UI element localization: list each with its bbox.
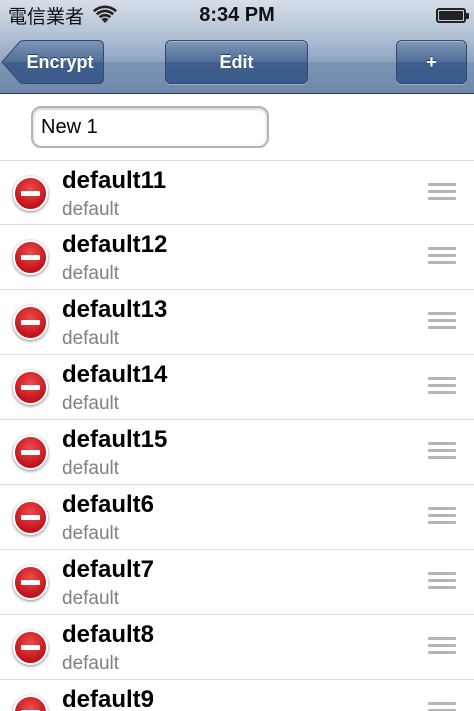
- reorder-line: [428, 572, 456, 575]
- battery-fill: [439, 10, 463, 20]
- reorder-handle-icon[interactable]: [428, 377, 456, 399]
- item-list: default11 default default12 default default1…: [0, 160, 474, 711]
- list-item[interactable]: default11 default: [0, 160, 474, 225]
- list-item[interactable]: default9default: [0, 680, 474, 711]
- reorder-line: [428, 586, 456, 589]
- minus-circle-icon[interactable]: [13, 435, 48, 470]
- item-subtitle: default: [62, 458, 120, 479]
- minus-circle-icon[interactable]: [13, 240, 48, 275]
- status-left: 電信業者: [8, 2, 118, 29]
- add-button[interactable]: +: [396, 40, 467, 84]
- minus-circle-icon[interactable]: [13, 370, 48, 405]
- reorder-line: [428, 319, 456, 322]
- reorder-line: [428, 261, 456, 264]
- minus-circle-icon[interactable]: [13, 500, 48, 535]
- item-title: default6: [62, 491, 155, 518]
- status-bar: 電信業者 8:34 PM: [0, 0, 474, 30]
- reorder-handle-icon[interactable]: [428, 442, 456, 464]
- name-field-container: [0, 94, 474, 160]
- minus-circle-icon[interactable]: [13, 630, 48, 665]
- reorder-line: [428, 507, 456, 510]
- carrier-name: 電信業者: [8, 5, 85, 28]
- reorder-handle-icon[interactable]: [428, 183, 456, 205]
- reorder-handle-icon[interactable]: [428, 637, 456, 659]
- reorder-line: [428, 190, 456, 193]
- name-input[interactable]: [31, 106, 269, 148]
- item-title: default9: [62, 686, 155, 711]
- list-item[interactable]: default6 default: [0, 485, 474, 550]
- item-subtitle: default: [62, 523, 120, 544]
- item-subtitle: default: [62, 653, 120, 674]
- item-title: default7: [62, 556, 155, 583]
- list-item[interactable]: default12 default: [0, 225, 474, 290]
- reorder-line: [428, 579, 456, 582]
- item-title: default13: [62, 296, 168, 323]
- minus-circle-icon[interactable]: [13, 695, 48, 711]
- reorder-line: [428, 442, 456, 445]
- list-item[interactable]: default14 default: [0, 355, 474, 420]
- navigation-bar: Encrypt Edit +: [0, 30, 474, 94]
- reorder-line: [428, 449, 456, 452]
- reorder-line: [428, 247, 456, 250]
- reorder-line: [428, 651, 456, 654]
- list-item[interactable]: default15 default: [0, 420, 474, 485]
- reorder-line: [428, 254, 456, 257]
- item-title: default8: [62, 621, 155, 648]
- reorder-line: [428, 644, 456, 647]
- minus-circle-icon[interactable]: [13, 305, 48, 340]
- reorder-line: [428, 384, 456, 387]
- edit-button[interactable]: Edit: [165, 40, 308, 84]
- item-title: default11: [62, 167, 167, 194]
- item-subtitle: default: [62, 393, 120, 414]
- reorder-handle-icon[interactable]: [428, 247, 456, 269]
- reorder-line: [428, 456, 456, 459]
- reorder-line: [428, 197, 456, 200]
- item-subtitle: default: [62, 199, 120, 220]
- reorder-handle-icon[interactable]: [428, 507, 456, 529]
- reorder-line: [428, 312, 456, 315]
- item-subtitle: default: [62, 588, 120, 609]
- reorder-line: [428, 702, 456, 705]
- reorder-line: [428, 183, 456, 186]
- reorder-handle-icon[interactable]: [428, 702, 456, 711]
- item-title: default12: [62, 231, 168, 258]
- list-item[interactable]: default7 default: [0, 550, 474, 615]
- reorder-handle-icon[interactable]: [428, 572, 456, 594]
- back-button[interactable]: Encrypt: [1, 40, 104, 84]
- list-item[interactable]: default8 default: [0, 615, 474, 680]
- wifi-icon: [92, 5, 118, 25]
- item-title: default14: [62, 361, 168, 388]
- list-item[interactable]: default13 default: [0, 290, 474, 355]
- reorder-line: [428, 377, 456, 380]
- reorder-handle-icon[interactable]: [428, 312, 456, 334]
- back-button-label: Encrypt: [26, 51, 94, 72]
- item-title: default15: [62, 426, 168, 453]
- minus-circle-icon[interactable]: [13, 565, 48, 600]
- reorder-line: [428, 637, 456, 640]
- item-subtitle: default: [62, 328, 120, 349]
- reorder-line: [428, 391, 456, 394]
- battery-icon: [436, 7, 469, 23]
- minus-circle-icon[interactable]: [13, 176, 48, 211]
- reorder-line: [428, 326, 456, 329]
- item-subtitle: default: [62, 263, 120, 284]
- reorder-line: [428, 514, 456, 517]
- reorder-line: [428, 521, 456, 524]
